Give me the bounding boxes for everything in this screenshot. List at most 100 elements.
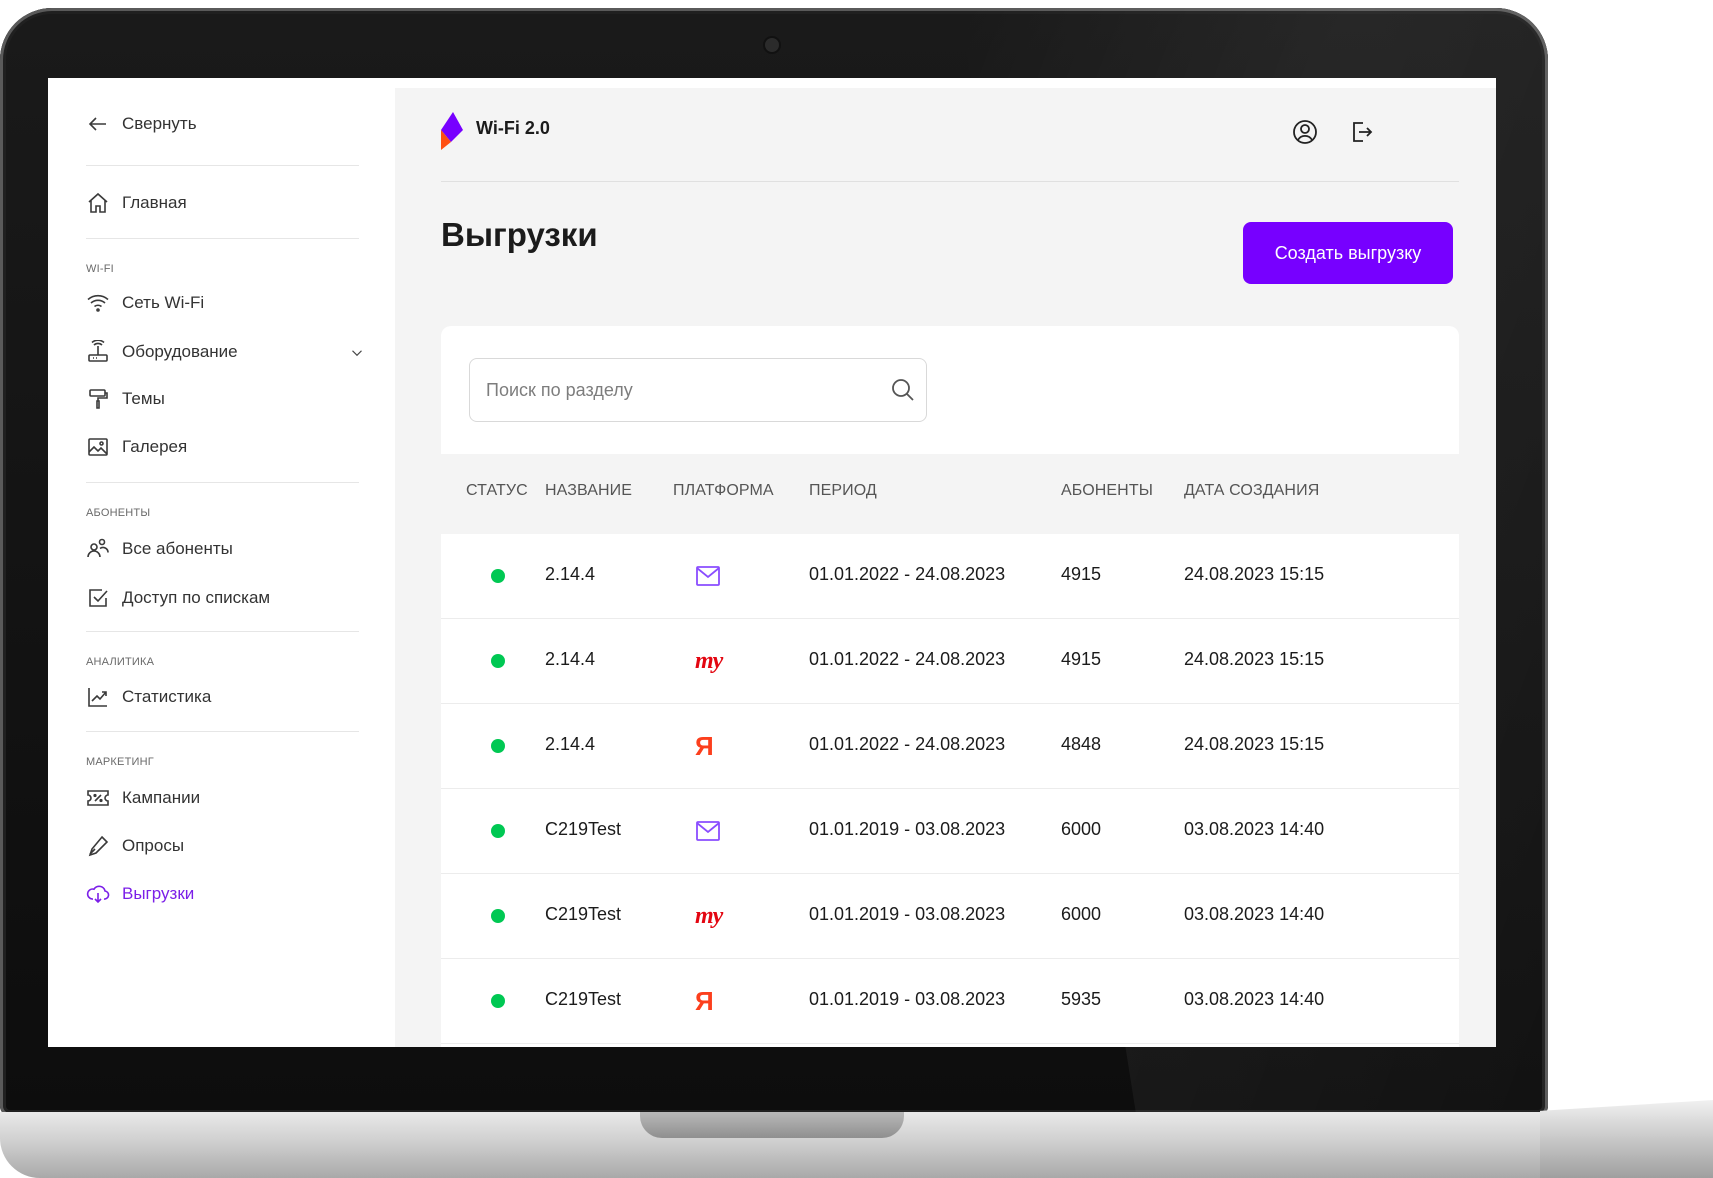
sidebar-collapse-label: Свернуть (122, 114, 197, 133)
page-title: Выгрузки (441, 216, 598, 253)
platform-yandex-logo: Я (695, 730, 714, 761)
row-subscribers: 4848 (1061, 734, 1102, 754)
row-period: 01.01.2022 - 24.08.2023 (809, 734, 1006, 754)
row-period: 01.01.2022 - 24.08.2023 (809, 564, 1006, 584)
table-row[interactable]: 2.14.4 my 01.01.2022 - 24.08.2023 4915 2… (441, 619, 1459, 704)
sidebar-item-label: Главная (122, 193, 187, 212)
sidebar-item-label: Галерея (122, 437, 188, 456)
sidebar-collapse[interactable]: Свернуть (86, 109, 197, 139)
exports-card: СТАТУС НАЗВАНИЕ ПЛАТФОРМА ПЕРИОД АБОНЕНТ… (441, 326, 1459, 1047)
search-field[interactable] (469, 358, 927, 422)
row-created: 24.08.2023 15:15 (1184, 649, 1325, 669)
table-row[interactable]: C219Test my 01.01.2019 - 03.08.2023 6000… (441, 874, 1459, 959)
router-icon (88, 340, 108, 362)
chevron-down-icon[interactable] (348, 344, 366, 362)
image-icon (88, 438, 108, 456)
column-header-name[interactable]: НАЗВАНИЕ (545, 482, 632, 500)
users-icon (87, 538, 109, 558)
row-subscribers: 4915 (1061, 564, 1102, 584)
webcam (765, 38, 779, 52)
row-created: 03.08.2023 14:40 (1184, 989, 1325, 1009)
sidebar-item-exports[interactable]: Выгрузки (86, 879, 194, 909)
create-export-button[interactable]: Создать выгрузку (1243, 222, 1453, 284)
sidebar-item-label: Все абоненты (122, 539, 233, 558)
laptop-base-edge (1540, 1100, 1713, 1178)
column-header-subscribers[interactable]: АБОНЕНТЫ (1061, 482, 1153, 500)
logout-icon[interactable] (1347, 118, 1375, 146)
checkbox-icon (89, 589, 108, 607)
mail-icon (696, 566, 720, 586)
sidebar-item-label: Выгрузки (122, 884, 195, 903)
row-period: 01.01.2019 - 03.08.2023 (809, 904, 1006, 924)
status-active-dot (491, 569, 505, 583)
user-profile-icon[interactable] (1291, 118, 1319, 146)
status-active-dot (491, 994, 505, 1008)
sidebar-divider (86, 631, 359, 632)
row-name: 2.14.4 (545, 564, 596, 584)
sidebar-item-label: Опросы (122, 836, 185, 855)
status-active-dot (491, 909, 505, 923)
table-row[interactable]: C219Test Я 01.01.2019 - 03.08.2023 5935 … (441, 959, 1459, 1044)
sidebar-item-campaigns[interactable]: Кампании (86, 783, 200, 813)
row-created: 03.08.2023 14:40 (1184, 904, 1325, 924)
sidebar: Свернуть Главная WI-FI Сеть Wi-Fi Оборуд… (48, 78, 395, 1047)
screen: Свернуть Главная WI-FI Сеть Wi-Fi Оборуд… (48, 78, 1496, 1047)
sidebar-item-equipment[interactable]: Оборудование (86, 337, 238, 367)
arrow-left-icon (88, 117, 106, 131)
row-name: C219Test (545, 819, 622, 839)
sidebar-item-all-subscribers[interactable]: Все абоненты (86, 534, 233, 564)
sidebar-item-label: Темы (122, 389, 165, 408)
status-active-dot (491, 739, 505, 753)
search-input[interactable] (484, 359, 878, 421)
row-created: 03.08.2023 14:40 (1184, 819, 1325, 839)
sidebar-item-gallery[interactable]: Галерея (86, 432, 187, 462)
pen-icon (88, 835, 109, 857)
header-divider (441, 181, 1459, 182)
row-subscribers: 4915 (1061, 649, 1102, 669)
laptop-base-notch (640, 1112, 904, 1138)
column-header-status[interactable]: СТАТУС (466, 482, 528, 500)
sidebar-divider (86, 482, 359, 483)
paint-roller-icon (89, 389, 108, 409)
row-period: 01.01.2022 - 24.08.2023 (809, 649, 1006, 669)
sidebar-section-marketing: МАРКЕТИНГ (86, 756, 154, 768)
row-name: 2.14.4 (545, 649, 596, 669)
platform-mail (695, 560, 721, 592)
wifi-icon (87, 294, 109, 312)
sidebar-item-label: Оборудование (122, 342, 238, 361)
sidebar-item-home[interactable]: Главная (86, 188, 187, 218)
column-header-created[interactable]: ДАТА СОЗДАНИЯ (1184, 482, 1319, 500)
platform-yandex-logo: Я (695, 985, 714, 1016)
sidebar-section-wifi: WI-FI (86, 263, 114, 275)
column-header-period[interactable]: ПЕРИОД (809, 482, 877, 500)
table-header: СТАТУС НАЗВАНИЕ ПЛАТФОРМА ПЕРИОД АБОНЕНТ… (441, 454, 1459, 534)
sidebar-divider (86, 165, 359, 166)
sidebar-item-label: Кампании (122, 788, 201, 807)
row-subscribers: 5935 (1061, 989, 1102, 1009)
chart-line-icon (88, 688, 107, 707)
sidebar-item-list-access[interactable]: Доступ по спискам (86, 583, 270, 613)
row-name: C219Test (545, 904, 622, 924)
sidebar-item-surveys[interactable]: Опросы (86, 831, 184, 861)
table-row[interactable]: 2.14.4 Я 01.01.2022 - 24.08.2023 4848 24… (441, 704, 1459, 789)
ticket-percent-icon (87, 790, 109, 806)
table-row[interactable]: 2.14.4 01.01.2022 - 24.08.2023 4915 24.0… (441, 534, 1459, 619)
cloud-download-icon (86, 885, 110, 904)
main-content: Wi-Fi 2.0 Выгрузки Создать выгрузку СТАТ… (395, 88, 1496, 1047)
sidebar-item-themes[interactable]: Темы (86, 384, 165, 414)
platform-mail (695, 815, 721, 847)
column-header-platform[interactable]: ПЛАТФОРМА (673, 482, 774, 500)
search-icon[interactable] (890, 377, 916, 403)
home-icon (88, 192, 108, 213)
platform-mts-logo: my (695, 902, 723, 929)
brand-logo (441, 112, 463, 150)
sidebar-item-statistics[interactable]: Статистика (86, 682, 211, 712)
sidebar-item-label: Доступ по спискам (122, 588, 271, 607)
sidebar-item-wifi-network[interactable]: Сеть Wi-Fi (86, 288, 204, 318)
status-active-dot (491, 654, 505, 668)
table-row[interactable]: C219Test 01.01.2019 - 03.08.2023 6000 03… (441, 789, 1459, 874)
status-active-dot (491, 824, 505, 838)
brand-name: Wi-Fi 2.0 (476, 118, 550, 138)
row-subscribers: 6000 (1061, 819, 1102, 839)
row-name: C219Test (545, 989, 622, 1009)
